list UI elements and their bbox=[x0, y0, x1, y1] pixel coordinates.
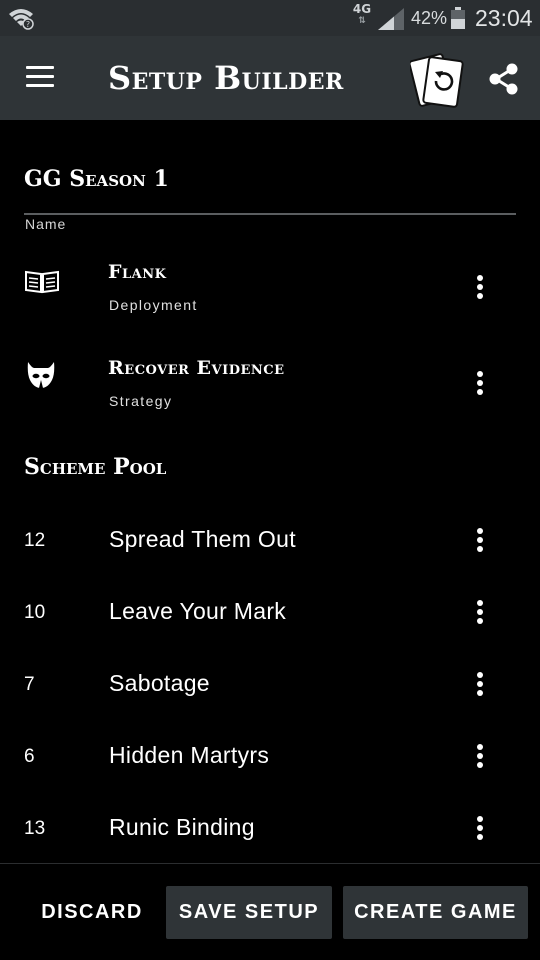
network-label: 4G bbox=[352, 2, 372, 16]
network-type: 4G ⇅ bbox=[351, 2, 373, 26]
scheme-row[interactable]: 12 Spread Them Out bbox=[0, 514, 540, 586]
scheme-name: Hidden Martyrs bbox=[109, 742, 270, 768]
battery-icon bbox=[451, 7, 465, 29]
clock: 23:04 bbox=[475, 5, 533, 31]
svg-text:?: ? bbox=[26, 20, 30, 29]
scheme-number: 7 bbox=[24, 674, 35, 695]
strategy-row[interactable]: Recover Evidence Strategy bbox=[0, 346, 540, 426]
more-options-icon[interactable] bbox=[470, 275, 490, 305]
setup-name[interactable]: GG Season 1 bbox=[24, 166, 169, 192]
save-setup-button[interactable]: SAVE SETUP bbox=[166, 886, 332, 939]
scheme-name: Sabotage bbox=[109, 670, 210, 696]
scheme-pool-title: Scheme Pool bbox=[24, 454, 167, 480]
reset-cards-icon[interactable] bbox=[410, 51, 466, 109]
data-arrows-icon: ⇅ bbox=[358, 16, 366, 26]
strategy-title: Recover Evidence bbox=[108, 357, 285, 379]
menu-icon[interactable] bbox=[26, 66, 56, 90]
discard-button[interactable]: DISCARD bbox=[28, 886, 156, 939]
more-options-icon[interactable] bbox=[470, 371, 490, 401]
share-icon[interactable] bbox=[487, 62, 521, 96]
scheme-number: 10 bbox=[24, 602, 46, 623]
scheme-name: Runic Binding bbox=[109, 814, 255, 840]
create-game-button[interactable]: CREATE GAME bbox=[343, 886, 528, 939]
status-bar: ? 4G ⇅ 42% 23:04 bbox=[0, 0, 540, 36]
deployment-title: Flank bbox=[108, 261, 167, 283]
wifi-icon: ? bbox=[9, 9, 34, 30]
deployment-row[interactable]: Flank Deployment bbox=[0, 250, 540, 330]
more-options-icon[interactable] bbox=[470, 600, 490, 630]
deployment-subtitle: Deployment bbox=[109, 297, 198, 313]
battery-percent: 42% bbox=[411, 8, 448, 28]
more-options-icon[interactable] bbox=[470, 528, 490, 558]
scheme-number: 6 bbox=[24, 746, 35, 767]
strategy-subtitle: Strategy bbox=[109, 393, 173, 409]
scheme-number: 12 bbox=[24, 530, 46, 551]
signal-icon bbox=[378, 8, 404, 30]
scheme-row[interactable]: 10 Leave Your Mark bbox=[0, 586, 540, 658]
more-options-icon[interactable] bbox=[470, 816, 490, 846]
bottom-action-bar: DISCARD SAVE SETUP CREATE GAME bbox=[0, 863, 540, 960]
name-field-underline bbox=[24, 213, 516, 215]
scheme-row[interactable]: 7 Sabotage bbox=[0, 658, 540, 730]
scheme-name: Spread Them Out bbox=[109, 526, 296, 552]
scheme-name: Leave Your Mark bbox=[109, 598, 287, 624]
page-title: Setup Builder bbox=[108, 59, 344, 97]
more-options-icon[interactable] bbox=[470, 744, 490, 774]
more-options-icon[interactable] bbox=[470, 672, 490, 702]
scheme-row[interactable]: 6 Hidden Martyrs bbox=[0, 730, 540, 802]
scheme-number: 13 bbox=[24, 818, 46, 839]
app-bar: Setup Builder bbox=[0, 36, 540, 120]
mask-icon bbox=[27, 362, 55, 388]
name-field-label: Name bbox=[25, 216, 67, 232]
book-icon bbox=[25, 270, 59, 294]
